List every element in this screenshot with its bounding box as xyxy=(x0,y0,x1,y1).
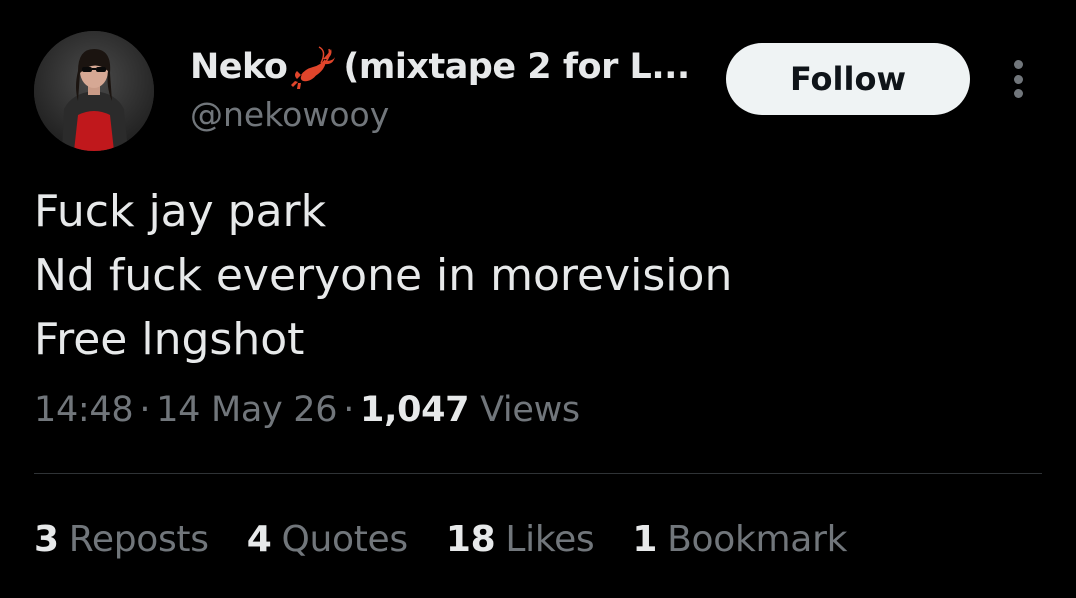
user-handle[interactable]: @nekowooy xyxy=(190,95,389,134)
tweet-line: Nd fuck everyone in morevision xyxy=(34,250,733,301)
bookmark-stat[interactable]: 1 Bookmark xyxy=(632,519,847,560)
display-name[interactable]: Neko (mixtape 2 for L... xyxy=(190,44,690,90)
display-name-prefix: Neko xyxy=(190,47,288,87)
quotes-label: Quotes xyxy=(281,519,408,560)
engagement-stats: 3 Reposts 4 Quotes 18 Likes 1 Bookmark xyxy=(34,519,847,560)
reposts-label: Reposts xyxy=(68,519,209,560)
tweet-text: Fuck jay park Nd fuck everyone in morevi… xyxy=(34,180,732,372)
more-dot xyxy=(1013,74,1023,84)
tweet-line: Fuck jay park xyxy=(34,186,327,237)
likes-stat[interactable]: 18 Likes xyxy=(446,519,595,560)
more-dot xyxy=(1013,60,1023,69)
reposts-stat[interactable]: 3 Reposts xyxy=(34,519,209,560)
reposts-count: 3 xyxy=(34,519,59,560)
bookmark-label: Bookmark xyxy=(667,519,848,560)
quotes-count: 4 xyxy=(246,519,272,560)
lobster-icon xyxy=(289,45,336,89)
profile-photo xyxy=(34,31,154,151)
tweet-time[interactable]: 14:48 xyxy=(34,390,134,430)
views-label[interactable]: Views xyxy=(480,390,580,430)
quotes-stat[interactable]: 4 Quotes xyxy=(247,519,408,560)
views-count[interactable]: 1,047 xyxy=(360,390,470,430)
likes-label: Likes xyxy=(505,519,595,560)
meta-separator: · xyxy=(139,390,151,430)
tweet-line: Free lngshot xyxy=(34,314,305,365)
display-name-suffix: (mixtape 2 for L... xyxy=(343,47,690,87)
divider xyxy=(34,473,1042,474)
bookmark-count: 1 xyxy=(632,519,658,560)
likes-count: 18 xyxy=(445,519,496,560)
meta-separator: · xyxy=(343,390,355,430)
more-dot xyxy=(1013,89,1023,98)
follow-button[interactable]: Follow xyxy=(726,43,970,115)
avatar[interactable] xyxy=(34,31,154,151)
more-vertical-icon[interactable] xyxy=(1000,56,1036,102)
tweet-meta: 14:48 · 14 May 26 · 1,047 Views xyxy=(34,390,580,430)
tweet-date[interactable]: 14 May 26 xyxy=(156,390,337,430)
